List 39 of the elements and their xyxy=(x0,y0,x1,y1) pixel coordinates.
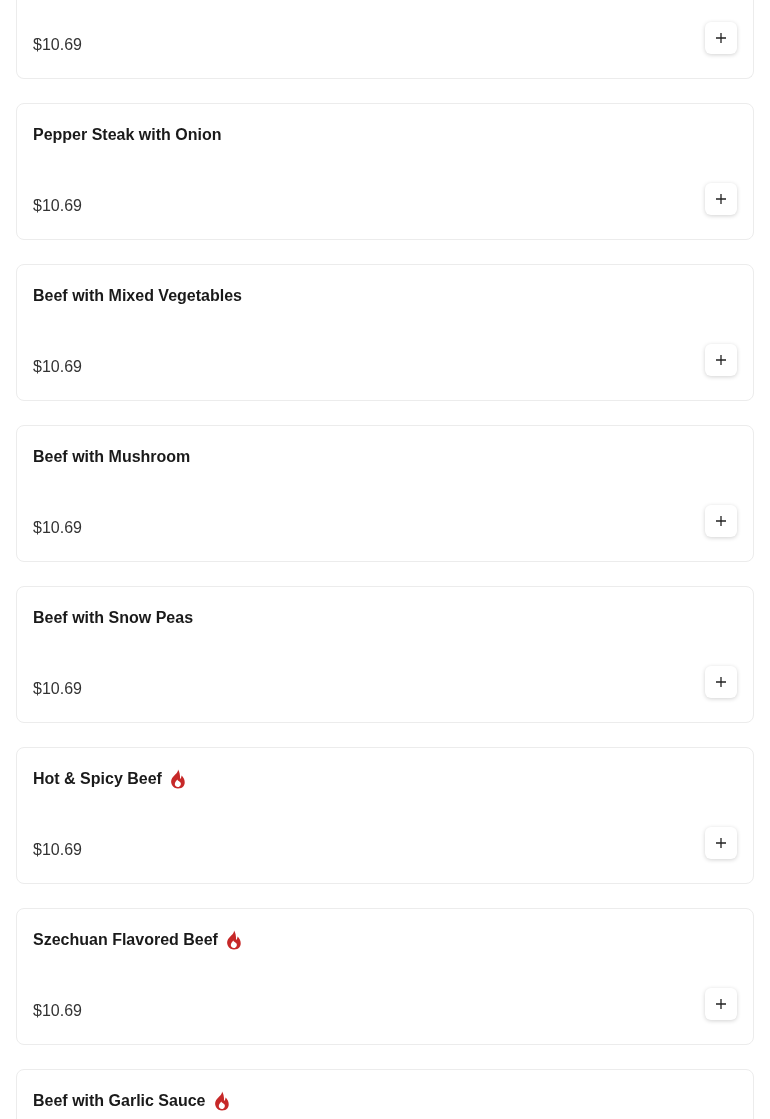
item-name: Beef with Garlic Sauce xyxy=(33,1091,206,1111)
item-price: $10.69 xyxy=(33,35,82,55)
item-price: $10.69 xyxy=(33,357,82,377)
flame-icon xyxy=(169,769,186,789)
add-button[interactable] xyxy=(705,183,737,215)
plus-icon xyxy=(716,194,726,204)
flame-icon xyxy=(225,930,242,950)
add-button[interactable] xyxy=(705,988,737,1020)
plus-icon xyxy=(716,355,726,365)
add-button[interactable] xyxy=(705,505,737,537)
item-price: $10.69 xyxy=(33,840,82,860)
item-price: $10.69 xyxy=(33,1001,82,1021)
menu-item-card[interactable]: Hot & Spicy Beef $10.69 xyxy=(16,747,754,884)
item-name: Beef with Mushroom xyxy=(33,447,191,467)
menu-item-card[interactable]: Beef with Garlic Sauce xyxy=(16,1069,754,1119)
item-price: $10.69 xyxy=(33,679,82,699)
item-name: Pepper Steak with Onion xyxy=(33,125,222,145)
add-button[interactable] xyxy=(705,344,737,376)
plus-icon xyxy=(716,33,726,43)
add-button[interactable] xyxy=(705,827,737,859)
flame-icon xyxy=(213,1091,230,1111)
plus-icon xyxy=(716,516,726,526)
plus-icon xyxy=(716,838,726,848)
item-price: $10.69 xyxy=(33,518,82,538)
item-price: $10.69 xyxy=(33,196,82,216)
plus-icon xyxy=(716,677,726,687)
plus-icon xyxy=(716,999,726,1009)
add-button[interactable] xyxy=(705,22,737,54)
item-name: Beef with Snow Peas xyxy=(33,608,194,628)
item-name: Hot & Spicy Beef xyxy=(33,769,162,789)
add-button[interactable] xyxy=(705,666,737,698)
menu-item-card[interactable]: Beef with Mixed Vegetables $10.69 xyxy=(16,264,754,401)
item-name: Beef with Mixed Vegetables xyxy=(33,286,242,306)
menu-item-card[interactable]: Pepper Steak with Onion $10.69 xyxy=(16,103,754,240)
menu-item-card[interactable]: Beef with Mushroom $10.69 xyxy=(16,425,754,562)
menu-item-card[interactable]: Szechuan Flavored Beef $10.69 xyxy=(16,908,754,1045)
item-name: Szechuan Flavored Beef xyxy=(33,930,218,950)
menu-item-card[interactable]: Beef with Snow Peas $10.69 xyxy=(16,586,754,723)
menu-item-card[interactable]: $10.69 xyxy=(16,0,754,79)
